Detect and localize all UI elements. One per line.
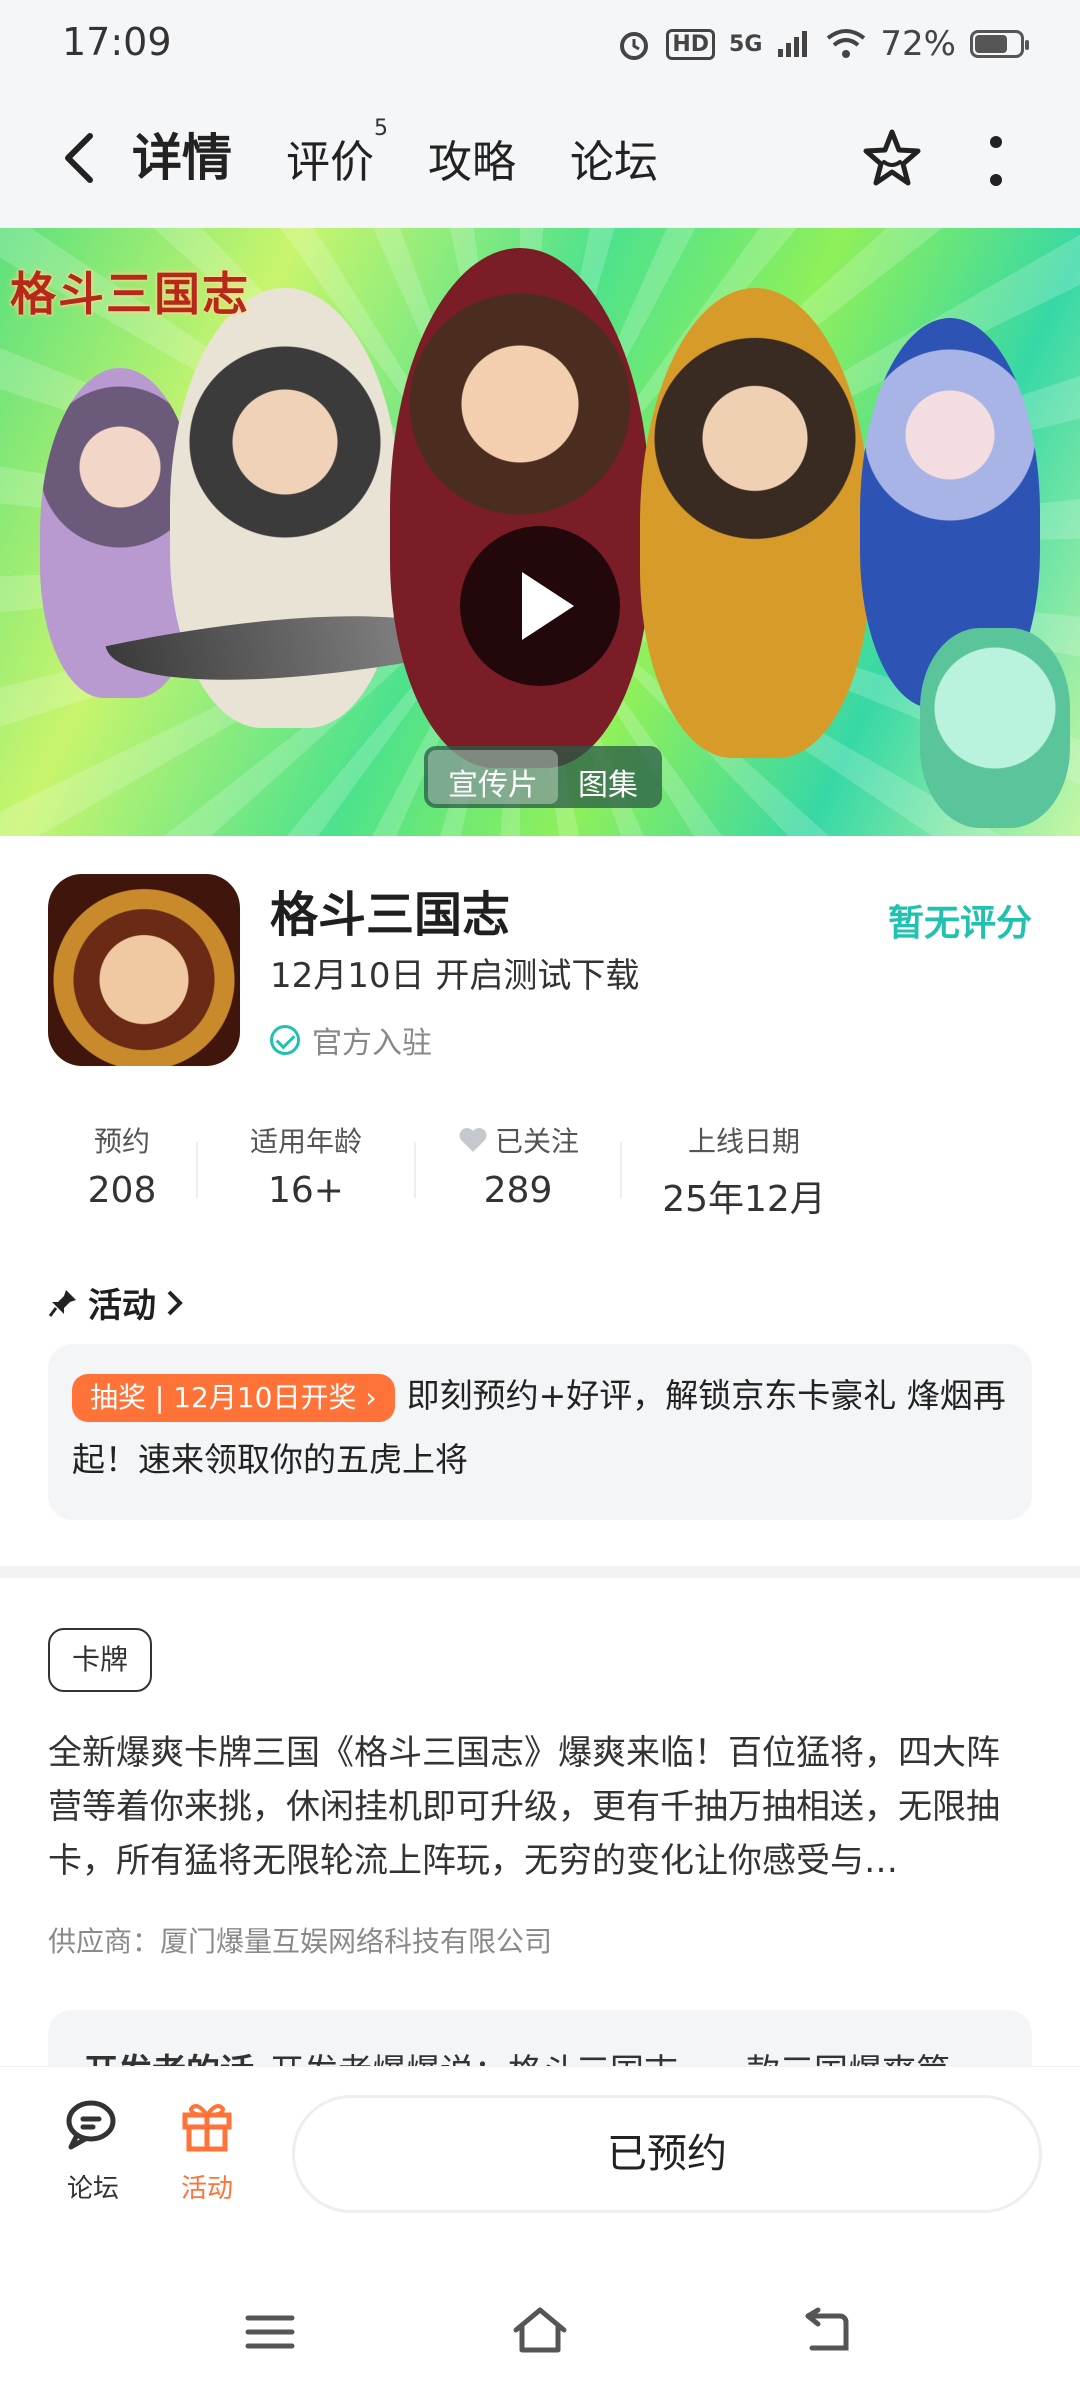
verified-check-icon [270, 1025, 300, 1055]
back-arrow-icon[interactable] [56, 128, 106, 188]
alarm-icon [620, 32, 649, 60]
game-description[interactable]: 全新爆爽卡牌三国《格斗三国志》爆爽来临！百位猛将，四大阵营等着你来挑，休闲挂机即… [48, 1726, 1032, 1888]
stat-age-rating: 适用年龄 16+ [249, 1125, 362, 1211]
activity-header[interactable]: 活动 [48, 1278, 184, 1327]
stat-reservations: 预约 208 [87, 1125, 157, 1211]
system-navigation-bar [0, 2246, 1080, 2408]
hero-beast-art [920, 628, 1070, 828]
top-navigation: 详情 评价 5 攻略 论坛 [0, 88, 1080, 228]
bottom-activity-button[interactable]: 活动 [162, 2097, 252, 2205]
app-icon [48, 874, 240, 1066]
segment-gallery[interactable]: 图集 [558, 750, 658, 804]
section-divider [0, 1566, 1080, 1578]
hd-icon: HD [666, 28, 716, 60]
app-release-info: 12月10日 开启测试下载 [270, 956, 640, 996]
promo-banner[interactable]: 格斗三国志 宣传片 图集 [0, 228, 1080, 836]
more-options-icon[interactable] [986, 136, 1006, 186]
tab-reviews[interactable]: 评价 5 [286, 116, 388, 200]
home-icon[interactable] [510, 2302, 570, 2362]
game-logo: 格斗三国志 [10, 267, 250, 321]
battery-icon [970, 30, 1029, 58]
play-video-button[interactable] [460, 526, 620, 686]
reserved-button[interactable]: 已预约 [292, 2095, 1042, 2213]
hero-character-art [390, 248, 650, 768]
status-bar: 17:09 HD 5G 72% [0, 0, 1080, 88]
rating-status[interactable]: 暂无评分 [888, 894, 1032, 946]
status-icons: HD 5G 72% [616, 20, 1029, 68]
developer-notes-card[interactable]: 开发者的话开发者爆爆说：格斗三国志，一款三国爆爽第 [48, 2010, 1032, 2070]
stats-row: 预约 208 适用年龄 16+ 已关注 289 上线日期 25年12月 [48, 1120, 908, 1220]
stat-followers[interactable]: 已关注 289 [416, 1120, 620, 1220]
supplier-info: 供应商：厦门爆量互娱网络科技有限公司 [48, 1925, 553, 1958]
media-segment-control: 宣传片 图集 [424, 746, 662, 808]
stat-launch-date: 上线日期 25年12月 [662, 1125, 826, 1220]
favorite-star-icon[interactable] [860, 126, 924, 190]
hero-character-art [640, 288, 870, 758]
tab-forum[interactable]: 论坛 [570, 126, 658, 200]
lottery-tag[interactable]: 抽奖 | 12月10日开奖 › [72, 1373, 395, 1422]
network-5g-icon: 5G [729, 31, 763, 57]
back-icon[interactable] [796, 2302, 856, 2362]
segment-trailer[interactable]: 宣传片 [428, 750, 558, 804]
review-count-badge: 5 [374, 116, 388, 141]
heart-icon [459, 1128, 487, 1152]
pin-icon [48, 1289, 76, 1317]
app-title: 格斗三国志 [270, 887, 511, 943]
gift-icon [182, 2104, 232, 2152]
genre-tag[interactable]: 卡牌 [48, 1628, 153, 1692]
official-badge: 官方入驻 [270, 1018, 432, 1062]
signal-icon [778, 31, 808, 57]
wifi-icon [827, 29, 866, 58]
battery-percentage: 72% [880, 24, 956, 64]
chat-bubble-icon [66, 2100, 116, 2150]
bottom-forum-button[interactable]: 论坛 [48, 2097, 138, 2205]
status-time: 17:09 [62, 20, 172, 64]
activity-card[interactable]: 抽奖 | 12月10日开奖 › 即刻预约+好评，解锁京东卡豪礼 烽烟再起！速来领取… [48, 1344, 1032, 1520]
menu-icon[interactable] [240, 2302, 300, 2362]
tab-guides[interactable]: 攻略 [428, 126, 516, 200]
bottom-action-bar: 论坛 活动 已预约 [0, 2066, 1080, 2246]
tab-details[interactable]: 详情 [128, 118, 236, 200]
tab-bar: 详情 评价 5 攻略 论坛 [128, 116, 658, 200]
chevron-right-icon [167, 1290, 183, 1315]
